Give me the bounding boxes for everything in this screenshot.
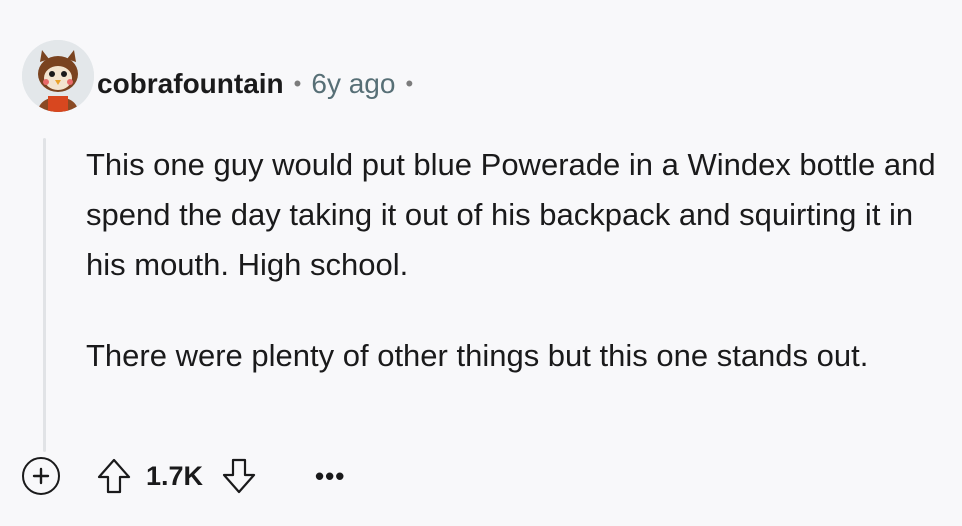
expand-button[interactable]	[22, 457, 60, 495]
meta-separator: •	[293, 71, 302, 96]
comment-age: 6y ago	[311, 68, 396, 99]
vote-controls: 1.7K	[96, 457, 257, 495]
upvote-arrow-icon[interactable]	[96, 457, 132, 495]
more-options-button[interactable]: •••	[315, 461, 345, 492]
meta-separator-trailing: •	[405, 71, 414, 96]
comment-body: This one guy would put blue Powerade in …	[86, 140, 946, 422]
username-link[interactable]: cobrafountain	[97, 68, 284, 100]
owl-avatar-icon	[22, 40, 94, 112]
comment-action-bar: 1.7K •••	[22, 450, 345, 502]
comment-paragraph-1: This one guy would put blue Powerade in …	[86, 147, 936, 282]
thread-line[interactable]	[43, 138, 46, 452]
downvote-arrow-icon[interactable]	[221, 457, 257, 495]
plus-icon	[32, 467, 50, 485]
avatar[interactable]	[22, 40, 94, 112]
comment-meta: cobrafountain • 6y ago •	[97, 64, 413, 104]
comment-paragraph-2: There were plenty of other things but th…	[86, 338, 869, 373]
vote-score: 1.7K	[146, 460, 204, 491]
